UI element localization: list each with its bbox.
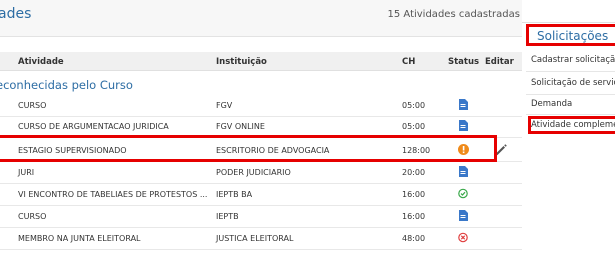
activity-name: CURSO [18, 101, 47, 110]
workload: 16:00 [402, 190, 426, 199]
highlight-box-row [0, 135, 497, 162]
sidebar-title: Solicitações [526, 24, 615, 46]
divider [526, 71, 615, 72]
institution: IEPTB BA [216, 190, 253, 199]
column-header-status[interactable]: Status [448, 57, 479, 67]
check-circle-icon[interactable] [458, 188, 468, 199]
table-row[interactable]: MEMBRO NA JUNTA ELEITORAL JUSTICA ELEITO… [0, 228, 522, 250]
table-header: Atividade Instituição CH Status Editar [0, 52, 522, 71]
activity-name: CURSO [18, 212, 47, 221]
column-header-editar[interactable]: Editar [485, 57, 514, 67]
divider [526, 94, 615, 95]
panel-header: ades 15 Atividades cadastradas [0, 0, 522, 37]
workload: 48:00 [402, 234, 426, 243]
group-heading: econhecidas pelo Curso [0, 78, 133, 92]
institution: PODER JUDICIARIO [216, 168, 291, 177]
workload: 05:00 [402, 122, 426, 131]
table-row[interactable]: CURSO IEPTB 16:00 [0, 206, 522, 228]
column-header-instituicao[interactable]: Instituição [216, 57, 267, 67]
activity-name: MEMBRO NA JUNTA ELEITORAL [18, 234, 141, 243]
sidebar-top-bar [522, 0, 615, 23]
table-row[interactable]: VI ENCONTRO DE TABELIAES DE PROTESTOS ..… [0, 184, 522, 206]
column-header-atividade[interactable]: Atividade [18, 57, 64, 67]
activity-name: CURSO DE ARGUMENTACAO JURIDICA [18, 122, 169, 131]
workload: 20:00 [402, 168, 426, 177]
workload: 16:00 [402, 212, 426, 221]
column-header-ch[interactable]: CH [402, 57, 415, 67]
document-icon[interactable] [458, 99, 468, 110]
workload: 05:00 [402, 101, 426, 110]
institution: FGV [216, 101, 233, 110]
x-circle-icon[interactable] [458, 232, 468, 243]
activities-panel: ades 15 Atividades cadastradas Atividade… [0, 0, 522, 255]
sidebar-item-cadastrar-solicitacao[interactable]: Cadastrar solicitação [531, 55, 615, 65]
activity-name: JURI [18, 168, 35, 177]
sidebar-item-demanda[interactable]: Demanda [531, 99, 572, 109]
document-icon[interactable] [458, 166, 468, 177]
institution: JUSTICA ELEITORAL [216, 234, 294, 243]
sidebar-item-solicitacao-de-servico[interactable]: Solicitação de serviço [531, 78, 615, 88]
table-row[interactable]: JURI PODER JUDICIARIO 20:00 [0, 162, 522, 184]
institution: FGV ONLINE [216, 122, 265, 131]
document-icon[interactable] [458, 210, 468, 221]
highlight-box-sidebar-item [528, 116, 615, 134]
divider [526, 114, 615, 115]
activity-count: 15 Atividades cadastradas [387, 9, 521, 20]
document-icon[interactable] [458, 120, 468, 131]
table-row[interactable]: CURSO FGV 05:00 [0, 95, 522, 117]
institution: IEPTB [216, 212, 239, 221]
panel-title: ades [0, 6, 32, 22]
activity-name: VI ENCONTRO DE TABELIAES DE PROTESTOS ..… [18, 190, 208, 199]
